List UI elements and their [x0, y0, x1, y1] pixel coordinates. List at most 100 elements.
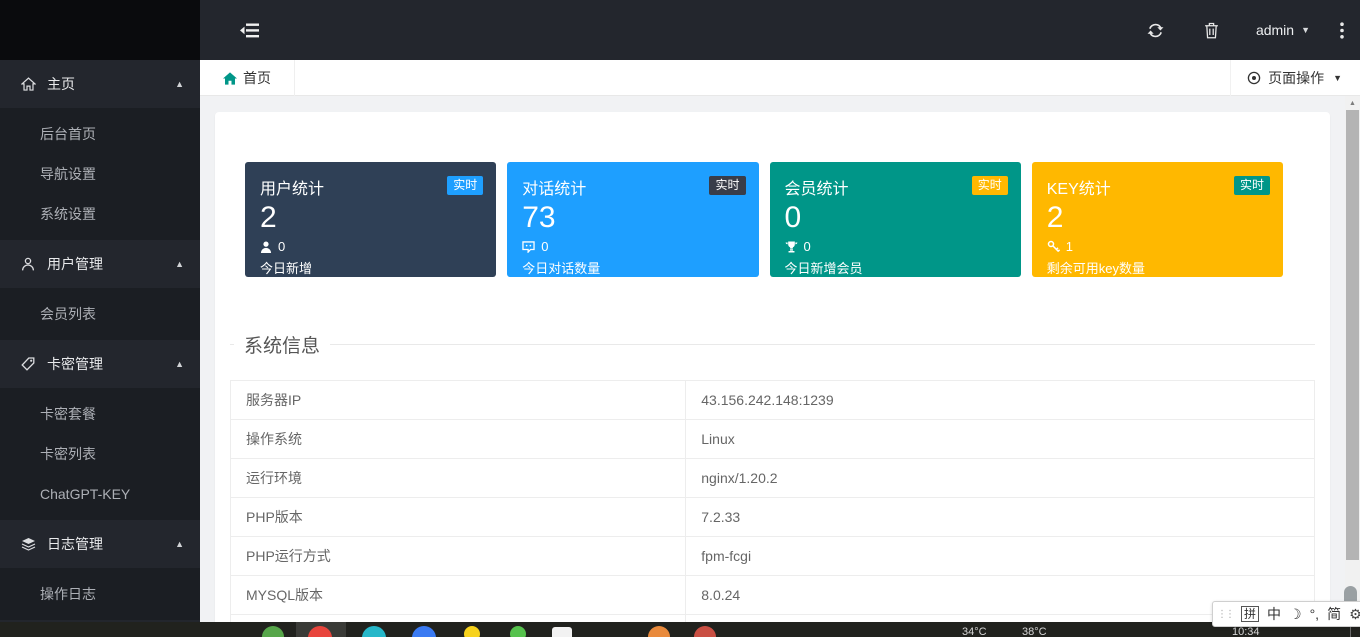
- info-value: Linux: [686, 420, 1315, 459]
- sidebar-item-nav-settings[interactable]: 导航设置: [0, 154, 200, 194]
- sidebar-section-label: 用户管理: [47, 254, 103, 274]
- stat-card-users[interactable]: 用户统计 实时 2 0 今日新增: [245, 162, 496, 277]
- key-icon: [1047, 240, 1060, 253]
- sidebar: 主页 ▲ 后台首页 导航设置 系统设置 用户管理 ▲ 会员列表 卡密管理 ▲ 卡…: [0, 60, 200, 637]
- sidebar-section-logs[interactable]: 日志管理 ▲: [0, 520, 200, 568]
- user-menu[interactable]: admin ▼: [1256, 22, 1310, 38]
- scrollbar[interactable]: ▲ ▼: [1345, 96, 1360, 622]
- stat-value: 0: [785, 200, 1006, 236]
- layers-icon: [21, 537, 37, 551]
- refresh-icon[interactable]: [1146, 22, 1166, 39]
- taskbar-app-icon[interactable]: [510, 626, 526, 637]
- caret-up-icon: ▲: [175, 359, 184, 369]
- stat-card-keys[interactable]: KEY统计 实时 2 1 剩余可用key数量: [1032, 162, 1283, 277]
- sidebar-section-users[interactable]: 用户管理 ▲: [0, 240, 200, 288]
- ime-pinyin-toggle[interactable]: 拼: [1241, 606, 1259, 622]
- windows-taskbar: 34°C 38°C 10:34: [0, 622, 1360, 637]
- chat-icon: [522, 241, 535, 253]
- info-value: 7.2.33: [686, 498, 1315, 537]
- info-value: 43.156.242.148:1239: [686, 381, 1315, 420]
- stat-sub-label: 今日新增会员: [785, 258, 1006, 277]
- system-info-table: 服务器IP43.156.242.148:1239 操作系统Linux 运行环境n…: [230, 380, 1315, 637]
- sidebar-submenu-home: 后台首页 导航设置 系统设置: [0, 108, 200, 240]
- section-title: 系统信息: [234, 331, 330, 358]
- target-icon: [1247, 71, 1261, 85]
- taskbar-app-icon[interactable]: [552, 627, 572, 637]
- stat-card-chats[interactable]: 对话统计 实时 73 0 今日对话数量: [507, 162, 758, 277]
- taskbar-app-icon[interactable]: [648, 626, 670, 637]
- user-icon: [21, 257, 37, 271]
- ime-drag-handle[interactable]: ⋮⋮: [1217, 609, 1233, 620]
- page-actions-button[interactable]: 页面操作 ▼: [1230, 60, 1360, 96]
- table-row: PHP运行方式fpm-fcgi: [231, 537, 1315, 576]
- page-actions-label: 页面操作: [1268, 68, 1324, 88]
- menu-fold-icon[interactable]: [240, 23, 259, 38]
- table-row: MYSQL版本8.0.24: [231, 576, 1315, 615]
- caret-down-icon: ▼: [1333, 73, 1342, 83]
- ime-simplified-mode[interactable]: 简: [1327, 604, 1341, 624]
- info-label: MYSQL版本: [231, 576, 686, 615]
- logo-area: [0, 0, 200, 60]
- scroll-up-arrow[interactable]: ▲: [1345, 96, 1360, 110]
- table-row: 操作系统Linux: [231, 420, 1315, 459]
- navbar-right-cluster: admin ▼: [1146, 22, 1360, 39]
- dashboard-card: 用户统计 实时 2 0 今日新增 对话统计 实时 73 0: [215, 112, 1330, 637]
- sidebar-item-card-list[interactable]: 卡密列表: [0, 434, 200, 474]
- taskbar-app-icon[interactable]: [694, 626, 716, 637]
- taskbar-app-icon[interactable]: [362, 626, 386, 637]
- stat-sub-value: 1: [1066, 239, 1073, 254]
- taskbar-app-icon[interactable]: [262, 626, 284, 637]
- home-solid-icon: [223, 72, 237, 85]
- realtime-badge: 实时: [709, 176, 745, 195]
- tab-bar: 首页 页面操作 ▼: [200, 60, 1360, 96]
- sidebar-section-home[interactable]: 主页 ▲: [0, 60, 200, 108]
- trophy-icon: [785, 241, 798, 253]
- stat-sub-label: 剩余可用key数量: [1047, 258, 1268, 277]
- caret-up-icon: ▲: [175, 259, 184, 269]
- sidebar-item-operation-log[interactable]: 操作日志: [0, 574, 200, 614]
- info-value: fpm-fcgi: [686, 537, 1315, 576]
- sidebar-item-system-settings[interactable]: 系统设置: [0, 194, 200, 234]
- info-label: PHP版本: [231, 498, 686, 537]
- taskbar-clock[interactable]: 10:34: [1232, 626, 1260, 637]
- sidebar-item-member-list[interactable]: 会员列表: [0, 294, 200, 334]
- sidebar-section-label: 卡密管理: [47, 354, 103, 374]
- ime-chinese-mode[interactable]: 中: [1267, 604, 1281, 624]
- more-options-icon[interactable]: [1336, 22, 1348, 39]
- info-label: PHP运行方式: [231, 537, 686, 576]
- stat-value: 2: [260, 200, 481, 236]
- sidebar-submenu-cards: 卡密套餐 卡密列表 ChatGPT-KEY: [0, 388, 200, 520]
- sidebar-item-card-packages[interactable]: 卡密套餐: [0, 394, 200, 434]
- table-row: 服务器IP43.156.242.148:1239: [231, 381, 1315, 420]
- gear-icon[interactable]: ⚙: [1349, 606, 1360, 623]
- sidebar-submenu-logs: 操作日志: [0, 568, 200, 620]
- taskbar-app-icon[interactable]: [412, 626, 436, 637]
- stat-card-members[interactable]: 会员统计 实时 0 0 今日新增会员: [770, 162, 1021, 277]
- sidebar-section-label: 日志管理: [47, 534, 103, 554]
- caret-down-icon: ▼: [1301, 25, 1310, 35]
- info-value: nginx/1.20.2: [686, 459, 1315, 498]
- stat-sub-label: 今日对话数量: [522, 258, 743, 277]
- stat-sub-value: 0: [278, 239, 285, 254]
- sidebar-item-chatgpt-key[interactable]: ChatGPT-KEY: [0, 474, 200, 514]
- tab-home[interactable]: 首页: [200, 60, 295, 96]
- scrollbar-thumb[interactable]: [1346, 110, 1359, 560]
- realtime-badge: 实时: [972, 176, 1008, 195]
- ime-toolbar: ⋮⋮ 拼 中 ☽ °, 简 ⚙ ▾: [1212, 601, 1360, 627]
- trash-icon[interactable]: [1202, 22, 1222, 39]
- stat-sub-value: 0: [804, 239, 811, 254]
- realtime-badge: 实时: [1234, 176, 1270, 195]
- realtime-badge: 实时: [447, 176, 483, 195]
- info-label: 运行环境: [231, 459, 686, 498]
- ime-halfmoon-icon[interactable]: ☽: [1289, 606, 1302, 623]
- info-label: 操作系统: [231, 420, 686, 459]
- sidebar-section-cards[interactable]: 卡密管理 ▲: [0, 340, 200, 388]
- stat-sub-label: 今日新增: [260, 258, 481, 277]
- taskbar-app-icon[interactable]: [464, 626, 480, 637]
- ime-punctuation-mode[interactable]: °,: [1310, 606, 1320, 622]
- stat-value: 73: [522, 200, 743, 236]
- table-row: 运行环境nginx/1.20.2: [231, 459, 1315, 498]
- top-navbar: admin ▼: [200, 0, 1360, 60]
- taskbar-temperature-1: 34°C: [962, 626, 987, 637]
- sidebar-item-backend-home[interactable]: 后台首页: [0, 114, 200, 154]
